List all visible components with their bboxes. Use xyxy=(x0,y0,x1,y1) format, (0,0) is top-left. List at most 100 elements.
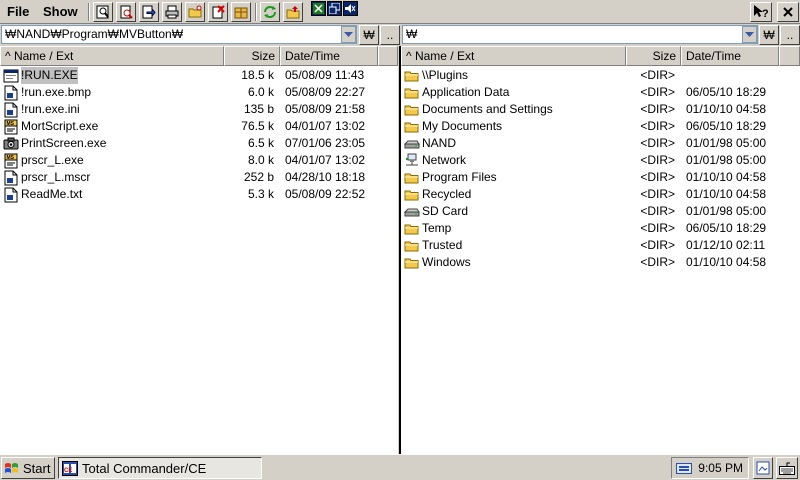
left-path-dropdown[interactable] xyxy=(341,26,356,43)
right-file-panel[interactable]: ^ Name / Ext Size Date/Time \\Plugins <DI… xyxy=(401,46,800,454)
file-name-cell: Documents and Settings xyxy=(401,101,613,118)
right-root-button[interactable]: ₩ xyxy=(759,25,779,45)
right-path-dropdown[interactable] xyxy=(742,26,757,43)
file-row[interactable]: Windows <DIR> 01/10/10 04:58 xyxy=(401,254,800,271)
svg-text:MS: MS xyxy=(7,121,15,127)
right-column-header: ^ Name / Ext Size Date/Time xyxy=(401,46,800,66)
file-name-cell: My Documents xyxy=(401,118,613,135)
file-name: !run.exe.ini xyxy=(21,102,80,116)
right-file-list: \\Plugins <DIR> Application Data <DIR> 06/05… xyxy=(401,67,800,271)
file-row[interactable]: SD Card <DIR> 01/01/98 05:00 xyxy=(401,203,800,220)
folder-icon xyxy=(404,187,420,203)
file-name-cell: Application Data xyxy=(401,84,613,101)
drive-icon xyxy=(404,136,420,152)
file-date: 01/10/10 04:58 xyxy=(686,102,767,116)
file-date: 05/08/09 11:43 xyxy=(285,68,365,82)
left-root-button[interactable]: ₩ xyxy=(359,25,379,45)
menu-file[interactable]: File xyxy=(4,3,32,21)
file-row[interactable]: Program Files <DIR> 01/10/10 04:58 xyxy=(401,169,800,186)
new-folder-button[interactable] xyxy=(185,2,205,22)
left-path-input[interactable]: ₩NAND₩Program₩MVButton₩ xyxy=(1,25,357,44)
folder-icon xyxy=(404,68,420,84)
left-file-list: !RUN.EXE 18.5 k 05/08/09 11:43 !run.exe.bmp… xyxy=(0,67,398,203)
file-size: <DIR> xyxy=(640,119,675,133)
right-name-column[interactable]: ^ Name / Ext xyxy=(401,46,626,66)
file-size: <DIR> xyxy=(640,153,675,167)
folder-icon xyxy=(404,221,420,237)
file-size: <DIR> xyxy=(640,102,675,116)
file-name: Trusted xyxy=(422,238,463,252)
file-name-cell: Windows xyxy=(401,254,613,271)
file-name-cell: !RUN.EXE xyxy=(0,67,212,84)
help-button[interactable]: ? xyxy=(750,2,772,22)
file-date: 07/01/06 23:05 xyxy=(285,136,366,150)
file-row[interactable]: !RUN.EXE 18.5 k 05/08/09 11:43 xyxy=(0,67,398,84)
right-path-input[interactable]: ₩ xyxy=(402,25,758,44)
left-file-panel[interactable]: ^ Name / Ext Size Date/Time !RUN.EXE 18.5… xyxy=(0,46,398,454)
input-panel-button[interactable] xyxy=(776,457,798,479)
file-row[interactable]: \\Plugins <DIR> xyxy=(401,67,800,84)
file-row[interactable]: MS prscr_L.exe 8.0 k 04/01/07 13:02 xyxy=(0,152,398,169)
file-row[interactable]: Recycled <DIR> 01/10/10 04:58 xyxy=(401,186,800,203)
file-row[interactable]: NAND <DIR> 01/01/98 05:00 xyxy=(401,135,800,152)
desktop-button[interactable] xyxy=(753,457,773,479)
file-row[interactable]: MS MortScript.exe 76.5 k 04/01/07 13:02 xyxy=(0,118,398,135)
left-date-column[interactable]: Date/Time xyxy=(280,46,378,66)
left-size-column[interactable]: Size xyxy=(224,46,280,66)
folder-icon xyxy=(404,255,420,271)
excel-icon xyxy=(313,3,324,14)
file-row[interactable]: Network <DIR> 01/01/98 05:00 xyxy=(401,152,800,169)
start-button[interactable]: Start xyxy=(1,457,55,479)
file-row[interactable]: Application Data <DIR> 06/05/10 18:29 xyxy=(401,84,800,101)
print-button[interactable] xyxy=(162,2,182,22)
file-size: 252 b xyxy=(243,170,274,184)
file-name-cell: !run.exe.ini xyxy=(0,101,212,118)
drive-icon xyxy=(404,204,420,220)
left-up-button[interactable]: .. xyxy=(380,25,400,45)
file-date: 05/08/09 22:52 xyxy=(285,187,366,201)
folder-up-button[interactable] xyxy=(283,2,303,22)
file-date: 04/01/07 13:02 xyxy=(285,153,366,167)
file-row[interactable]: prscr_L.mscr 252 b 04/28/10 18:18 xyxy=(0,169,398,186)
taskbar-item-label: Total Commander/CE xyxy=(82,460,207,476)
close-button[interactable] xyxy=(777,2,799,22)
menu-show[interactable]: Show xyxy=(40,3,81,21)
file-size: 18.5 k xyxy=(241,68,274,82)
file-row[interactable]: Trusted <DIR> 01/12/10 02:11 xyxy=(401,237,800,254)
find-button[interactable] xyxy=(93,2,113,22)
file-row[interactable]: !run.exe.ini 135 b 05/08/09 21:58 xyxy=(0,101,398,118)
file-row[interactable]: Temp <DIR> 06/05/10 18:29 xyxy=(401,220,800,237)
refresh-button[interactable] xyxy=(260,2,280,22)
file-size: <DIR> xyxy=(640,136,675,150)
folder-icon xyxy=(404,170,420,186)
sound-button[interactable] xyxy=(343,1,358,16)
file-row[interactable]: Documents and Settings <DIR> 01/10/10 04:5… xyxy=(401,101,800,118)
left-name-column[interactable]: ^ Name / Ext xyxy=(0,46,224,66)
file-row[interactable]: ReadMe.txt 5.3 k 05/08/09 22:52 xyxy=(0,186,398,203)
keyboard-tray-icon[interactable] xyxy=(676,462,693,474)
pack-button[interactable] xyxy=(231,2,251,22)
archive-box-icon xyxy=(234,7,248,19)
file-icon xyxy=(3,170,19,186)
file-row[interactable]: PrintScreen.exe 6.5 k 07/01/06 23:05 xyxy=(0,135,398,152)
file-size: 135 b xyxy=(243,102,274,116)
window-button[interactable] xyxy=(327,1,342,16)
clock[interactable]: 9:05 PM xyxy=(698,461,743,475)
right-date-column[interactable]: Date/Time xyxy=(681,46,779,66)
file-row[interactable]: My Documents <DIR> 06/05/10 18:29 xyxy=(401,118,800,135)
file-name-cell: PrintScreen.exe xyxy=(0,135,212,152)
file-name: NAND xyxy=(422,136,457,150)
file-date: 04/01/07 13:02 xyxy=(285,119,366,133)
right-up-button[interactable]: .. xyxy=(780,25,800,45)
delete-button[interactable] xyxy=(208,2,228,22)
camera-icon xyxy=(3,136,19,152)
file-date: 05/08/09 21:58 xyxy=(285,102,366,116)
taskbar-item-total-commander[interactable]: CE Total Commander/CE xyxy=(58,457,262,479)
file-name-cell: Program Files xyxy=(401,169,613,186)
right-size-column[interactable]: Size xyxy=(626,46,681,66)
excel-button[interactable] xyxy=(311,1,326,16)
file-name-cell: MS MortScript.exe xyxy=(0,118,212,135)
view-button[interactable] xyxy=(116,2,136,22)
copy-button[interactable] xyxy=(139,2,159,22)
file-row[interactable]: !run.exe.bmp 6.0 k 05/08/09 22:27 xyxy=(0,84,398,101)
